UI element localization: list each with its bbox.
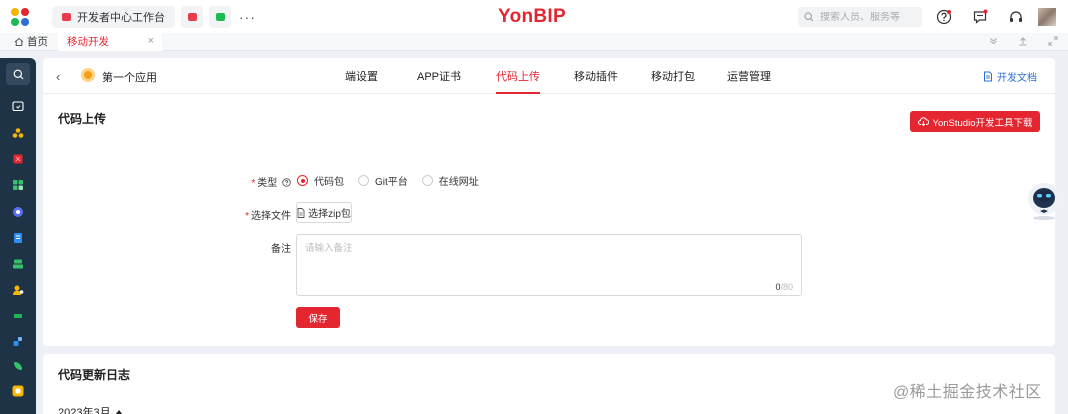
tab-mobile-dev-label: 移动开发 [67,36,109,48]
choose-zip-label: 选择zip包 [308,209,351,220]
tab-home[interactable]: 首页 [0,34,58,49]
assistant-robot-icon[interactable] [1026,181,1062,221]
nav-label: 运营管理 [727,71,772,83]
layers-icon[interactable] [12,258,24,270]
nav-label: APP证书 [417,71,462,83]
dev-docs-link[interactable]: 开发文档 [983,69,1037,84]
nav-mobile-plugins[interactable]: 移动插件 [574,58,618,94]
back-button[interactable]: ‹ [56,69,60,84]
log-month-toggle[interactable]: 2023年3月 [58,404,123,414]
yellow-icon[interactable] [12,385,24,397]
type-label: * 类型 [243,174,291,189]
leaf-icon[interactable] [12,360,24,372]
user-icon[interactable] [12,284,24,296]
tab-mobile-dev[interactable]: 移动开发 × [58,32,162,51]
nav-code-upload[interactable]: 代码上传 [496,58,541,94]
help-circle-icon[interactable] [282,178,291,187]
top-icons [926,0,1068,33]
radio-code-package[interactable]: 代码包 [297,173,344,188]
search-icon [13,69,23,79]
app-menu-icon[interactable] [0,0,40,33]
search-input[interactable] [820,11,916,23]
main-panel: ‹ 第一个应用 端设置 APP证书 代码上传 移动插件 移动打包 运营管理 开发… [43,58,1055,346]
file-label-text: 选择文件 [251,211,291,222]
section-title-upload: 代码上传 [58,112,107,126]
radio-online-url[interactable]: 在线网址 [421,173,479,188]
file-icon [297,207,305,218]
green-icon[interactable] [12,310,24,322]
app-nav: 端设置 APP证书 代码上传 移动插件 移动打包 运营管理 [343,58,771,94]
radio-label: 在线网址 [438,177,479,188]
app-icon [81,68,95,82]
grid-icon[interactable] [12,179,24,191]
blue-icon[interactable] [12,335,24,347]
update-log-title: 代码更新日志 [58,368,131,382]
radio-label: Git平台 [375,177,408,188]
red-square-icon[interactable] [12,153,24,165]
app-header: ‹ 第一个应用 端设置 APP证书 代码上传 移动插件 移动打包 运营管理 开发… [43,58,1055,94]
tab-tools [989,33,1058,51]
mini-app-red[interactable] [181,5,203,28]
radio-circle[interactable] [421,175,433,186]
nav-app-certificate[interactable]: APP证书 [417,58,461,94]
type-radio-group: 代码包 Git平台 在线网址 [297,173,493,188]
more-apps-icon[interactable]: ··· [239,9,256,25]
close-icon[interactable]: × [148,35,154,47]
nav-label: 代码上传 [496,71,541,83]
sidebar [0,58,36,414]
expand-icon[interactable] [1048,36,1058,49]
avatar[interactable] [1038,7,1056,26]
nav-label: 端设置 [345,71,378,83]
chevron-down-icon[interactable] [989,36,998,48]
nav-label: 移动插件 [574,71,619,83]
sidebar-search[interactable] [6,63,30,85]
home-icon [14,37,24,46]
download-button-label: YonStudio开发工具下载 [932,117,1033,129]
upload-icon[interactable] [1018,36,1028,49]
global-search[interactable] [798,7,922,27]
nav-operations[interactable]: 运营管理 [727,58,771,94]
dev-docs-label: 开发文档 [997,73,1037,84]
nav-client-settings[interactable]: 端设置 [345,58,378,94]
required-mark: * [251,178,256,189]
cluster-icon[interactable] [12,127,24,139]
mini-app-green[interactable] [209,5,231,28]
folder-icon[interactable] [12,100,24,112]
radio-circle[interactable] [297,175,308,186]
help-icon[interactable] [926,0,962,33]
workbench-tab[interactable]: 开发者中心工作台 [52,5,175,28]
workbench-icon [62,12,71,21]
app-name: 第一个应用 [102,72,157,84]
message-icon[interactable] [962,0,998,33]
headset-icon[interactable] [998,0,1034,33]
type-label-text: 类型 [257,178,278,189]
remark-field[interactable]: 0/80 [296,234,802,296]
choose-zip-button[interactable]: 选择zip包 [296,202,352,223]
log-month-label: 2023年3月 [58,407,111,414]
remark-counter: 0/80 [775,282,793,292]
search-icon [804,12,814,22]
brand-logo: YonBIP [498,6,566,27]
workbench-tab-label: 开发者中心工作台 [77,11,165,24]
remark-label: 备注 [271,244,291,255]
radio-git-platform[interactable]: Git平台 [358,173,408,188]
radio-circle[interactable] [358,175,369,186]
nav-label: 移动打包 [651,71,696,83]
tab-home-label: 首页 [27,36,48,48]
document-icon [984,71,992,82]
radio-label: 代码包 [314,177,344,188]
remark-input[interactable] [297,235,801,295]
tab-bar: 首页 移动开发 × [0,32,1068,51]
nav-mobile-packaging[interactable]: 移动打包 [651,58,695,94]
doc-icon[interactable] [12,232,24,244]
file-label: * 选择文件 [243,207,291,222]
cloud-download-icon [917,117,929,126]
required-mark: * [245,211,249,222]
remark-max: /80 [780,282,793,292]
caret-up-icon [115,410,122,414]
circle-icon[interactable] [12,206,24,218]
download-yonstudio-button[interactable]: YonStudio开发工具下载 [910,111,1040,132]
watermark: @稀土掘金技术社区 [893,384,1042,401]
save-button[interactable]: 保存 [296,307,340,328]
